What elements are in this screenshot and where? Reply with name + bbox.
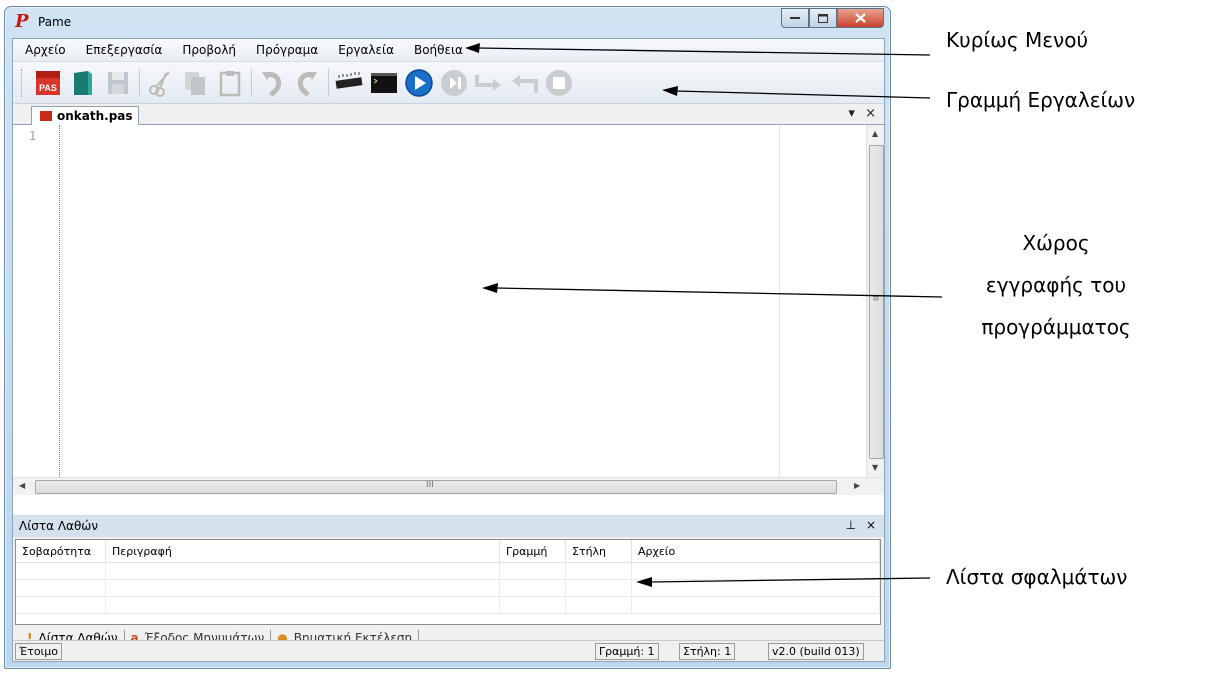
toolbar-arrow	[675, 90, 931, 99]
callout-toolbar: Γραμμή Εργαλείων	[946, 88, 1136, 112]
callout-main-menu: Κυρίως Μενού	[946, 28, 1089, 52]
editor-arrowhead	[482, 283, 498, 293]
callout-editor-line3: προγράμματος	[981, 315, 1131, 339]
callout-editor-line1: Χώρος	[1022, 231, 1090, 255]
callout-errors: Λίστα σφαλμάτων	[946, 565, 1128, 589]
errors-arrow	[649, 577, 931, 583]
toolbar-arrowhead	[662, 86, 678, 96]
main-menu-arrowhead	[465, 43, 480, 53]
main-menu-arrow	[477, 47, 931, 56]
errors-arrowhead	[636, 577, 652, 587]
callout-editor-line2: εγγραφής του	[985, 273, 1127, 297]
editor-arrow	[495, 287, 943, 298]
